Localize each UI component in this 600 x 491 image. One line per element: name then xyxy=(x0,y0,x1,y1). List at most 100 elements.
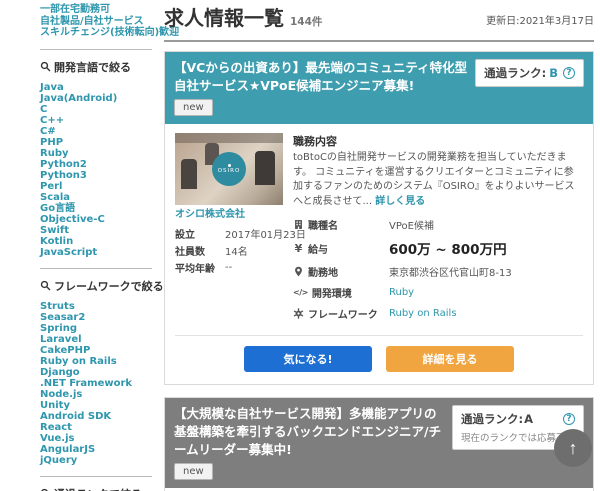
result-count: 144件 xyxy=(290,16,322,28)
job-type-value: VPoE候補 xyxy=(389,217,434,232)
sidebar-item-language[interactable]: PHP xyxy=(40,137,152,148)
building-icon xyxy=(293,219,304,230)
sidebar-item-language[interactable]: Objective-C xyxy=(40,214,152,225)
sidebar-item-framework[interactable]: .NET Framework xyxy=(40,378,152,389)
sidebar-item-language[interactable]: Swift xyxy=(40,225,152,236)
sidebar-link-inhouse[interactable]: 自社製品/自社サービス xyxy=(40,16,152,28)
help-icon[interactable]: ? xyxy=(563,67,575,79)
sidebar-item-framework[interactable]: Node.js xyxy=(40,389,152,400)
sidebar-section-frameworks: フレームワークで絞る xyxy=(40,278,152,294)
sidebar-item-framework[interactable]: Laravel xyxy=(40,334,152,345)
sidebar-section-title: 通過ランクで絞る xyxy=(54,486,142,491)
job-card-header: 【VCからの出資あり】最先端のコミュニティ特化型自社サービス★VPoE候補エンジ… xyxy=(165,52,593,124)
sidebar-link-skillchange[interactable]: スキルチェンジ(技術転向)歓迎 xyxy=(40,27,152,39)
description-heading: 職務内容 xyxy=(293,133,583,149)
updated-date: 更新日:2021年3月17日 xyxy=(486,6,594,27)
sidebar-divider xyxy=(40,268,152,269)
language-list: Java Java(Android) C C++ C# PHP Ruby Pyt… xyxy=(40,82,152,258)
employees-label: 社員数 xyxy=(175,242,225,259)
rank-badge: 通過ランク:B? xyxy=(475,59,584,87)
job-card: 【VCからの出資あり】最先端のコミュニティ特化型自社サービス★VPoE候補エンジ… xyxy=(164,51,594,385)
location-label: 勤務地 xyxy=(293,264,389,279)
location-value: 東京都渋谷区代官山町8-13 xyxy=(389,264,512,279)
job-description: toBtoCの自社開発サービスの開発業務を担当していただきます。 コミュニティを… xyxy=(293,151,583,209)
job-card-header: 【大規模な自社サービス開発】多機能アプリの基盤構築を牽引するバックエンドエンジニ… xyxy=(165,398,593,488)
sidebar-section-languages: 開発言語で絞る xyxy=(40,59,152,75)
sidebar-section-title: フレームワークで絞る xyxy=(54,278,164,294)
read-more-link[interactable]: 詳しく見る xyxy=(375,196,425,207)
detail-button[interactable]: 詳細を見る xyxy=(386,346,514,372)
sidebar-divider xyxy=(40,476,152,477)
rank-label: 通過ランク: xyxy=(484,65,546,81)
founded-label: 設立 xyxy=(175,225,225,242)
framework-value[interactable]: Ruby on Rails xyxy=(389,308,457,319)
sidebar-link-remote[interactable]: 一部在宅勤務可 xyxy=(40,4,152,16)
sidebar-item-language[interactable]: Python3 xyxy=(40,170,152,181)
help-icon[interactable]: ? xyxy=(563,413,575,425)
location-pin-icon xyxy=(293,266,304,277)
sidebar-item-framework[interactable]: Struts xyxy=(40,301,152,312)
search-icon xyxy=(40,61,51,72)
search-icon xyxy=(40,280,51,291)
sidebar-item-framework[interactable]: Seasar2 xyxy=(40,312,152,323)
sidebar-item-language[interactable]: C# xyxy=(40,126,152,137)
sidebar-item-framework[interactable]: CakePHP xyxy=(40,345,152,356)
framework-list: Struts Seasar2 Spring Laravel CakePHP Ru… xyxy=(40,301,152,466)
sidebar-item-language[interactable]: Ruby xyxy=(40,148,152,159)
sidebar-divider xyxy=(40,49,152,50)
company-logo: OSIRO xyxy=(212,152,246,186)
sidebar-item-language[interactable]: Python2 xyxy=(40,159,152,170)
gear-icon xyxy=(293,308,304,319)
sidebar-item-language[interactable]: Scala xyxy=(40,192,152,203)
rank-value: A xyxy=(524,412,533,426)
page-title: 求人情報一覧 144件 xyxy=(164,6,322,34)
filter-sidebar: 一部在宅勤務可 自社製品/自社サービス スキルチェンジ(技術転向)歓迎 開発言語… xyxy=(0,0,158,491)
sidebar-item-language[interactable]: C xyxy=(40,104,152,115)
job-list-main: 求人情報一覧 144件 更新日:2021年3月17日 【VCからの出資あり】最先端… xyxy=(158,0,600,491)
dev-env-label: </> 開発環境 xyxy=(293,285,389,300)
sidebar-item-framework[interactable]: Spring xyxy=(40,323,152,334)
sidebar-item-language[interactable]: Kotlin xyxy=(40,236,152,247)
new-badge: new xyxy=(174,99,213,116)
sidebar-item-framework[interactable]: Ruby on Rails xyxy=(40,356,152,367)
sidebar-item-language[interactable]: Java(Android) xyxy=(40,93,152,104)
company-photo: OSIRO xyxy=(175,133,283,205)
up-arrow-icon: ↑ xyxy=(569,438,578,458)
page: 一部在宅勤務可 自社製品/自社サービス スキルチェンジ(技術転向)歓迎 開発言語… xyxy=(0,0,600,491)
sidebar-section-rank: 通過ランクで絞る xyxy=(40,486,152,491)
sidebar-item-framework[interactable]: Django xyxy=(40,367,152,378)
new-badge: new xyxy=(174,463,213,480)
sidebar-item-framework[interactable]: Unity xyxy=(40,400,152,411)
dev-env-value[interactable]: Ruby xyxy=(389,287,414,298)
description-text: toBtoCの自社開発サービスの開発業務を担当していただきます。 コミュニティを… xyxy=(293,152,575,207)
sidebar-item-framework[interactable]: Android SDK xyxy=(40,411,152,422)
sidebar-item-language[interactable]: JavaScript xyxy=(40,247,152,258)
sidebar-item-language[interactable]: C++ xyxy=(40,115,152,126)
code-icon: </> xyxy=(293,288,308,297)
header-divider xyxy=(164,40,594,42)
salary-value: 600万 ~ 800万円 xyxy=(389,238,507,258)
sidebar-item-framework[interactable]: jQuery xyxy=(40,455,152,466)
avg-age-label: 平均年齢 xyxy=(175,259,225,276)
rank-value: B xyxy=(549,66,558,80)
job-title: 【VCからの出資あり】最先端のコミュニティ特化型自社サービス★VPoE候補エンジ… xyxy=(174,59,467,95)
sidebar-section-title: 開発言語で絞る xyxy=(54,59,131,75)
page-title-text: 求人情報一覧 xyxy=(164,6,284,30)
yen-icon: ¥ xyxy=(293,242,304,255)
sidebar-item-framework[interactable]: React xyxy=(40,422,152,433)
salary-label: ¥ 給与 xyxy=(293,241,389,256)
framework-label: フレームワーク xyxy=(293,306,389,321)
job-title: 【大規模な自社サービス開発】多機能アプリの基盤構築を牽引するバックエンドエンジニ… xyxy=(174,405,444,459)
job-type-label: 職種名 xyxy=(293,217,389,232)
sidebar-item-framework[interactable]: Vue.js xyxy=(40,433,152,444)
sidebar-item-framework[interactable]: AngularJS xyxy=(40,444,152,455)
job-card: 【大規模な自社サービス開発】多機能アプリの基盤構築を牽引するバックエンドエンジニ… xyxy=(164,397,594,491)
sidebar-item-language[interactable]: Java xyxy=(40,82,152,93)
scroll-to-top-button[interactable]: ↑ xyxy=(554,429,592,467)
rank-label: 通過ランク: xyxy=(461,412,523,426)
sidebar-item-language[interactable]: Go言語 xyxy=(40,203,152,214)
company-link[interactable]: オシロ株式会社 xyxy=(175,208,283,221)
favorite-button[interactable]: 気になる! xyxy=(244,346,372,372)
company-meta: 設立2017年01月23日 社員数14名 平均年齢-- xyxy=(175,225,306,276)
sidebar-item-language[interactable]: Perl xyxy=(40,181,152,192)
